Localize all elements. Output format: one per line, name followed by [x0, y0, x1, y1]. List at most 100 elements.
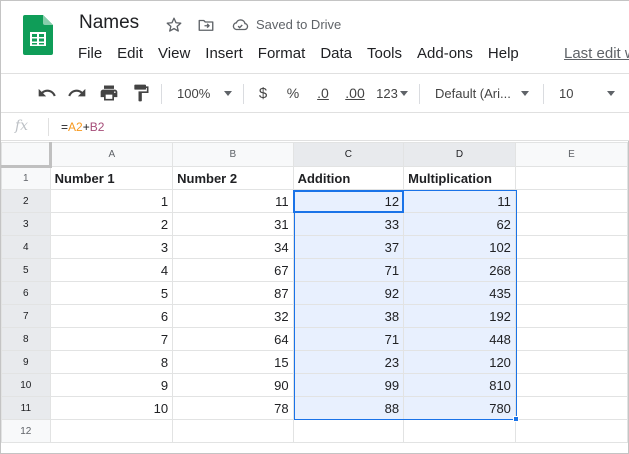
menu-view[interactable]: View: [158, 45, 190, 65]
cell-b6[interactable]: 87: [172, 281, 294, 305]
cell-e10[interactable]: [514, 373, 629, 397]
row-header-1[interactable]: 1: [1, 166, 51, 190]
cell-b4[interactable]: 34: [172, 235, 294, 259]
cell-b5[interactable]: 67: [172, 258, 294, 282]
cell-b12[interactable]: [172, 419, 294, 443]
cell-e9[interactable]: [514, 350, 629, 374]
cell-e8[interactable]: [514, 327, 629, 351]
cell-b8[interactable]: 64: [172, 327, 294, 351]
paint-format-icon[interactable]: [129, 74, 153, 112]
cell-a4[interactable]: 3: [49, 235, 174, 259]
cell-c2[interactable]: 12: [292, 189, 405, 213]
cell-c6[interactable]: 92: [292, 281, 405, 305]
sheets-logo-icon[interactable]: [23, 15, 53, 55]
cell-e3[interactable]: [514, 212, 629, 236]
cell-e4[interactable]: [514, 235, 629, 259]
cell-c7[interactable]: 38: [292, 304, 405, 328]
row-header-10[interactable]: 10: [1, 373, 51, 397]
cell-a1[interactable]: Number 1: [49, 166, 174, 190]
menu-tools[interactable]: Tools: [367, 45, 402, 65]
cell-d6[interactable]: 435: [403, 281, 516, 305]
cell-e5[interactable]: [514, 258, 629, 282]
menu-insert[interactable]: Insert: [205, 45, 243, 65]
row-header-9[interactable]: 9: [1, 350, 51, 374]
document-title[interactable]: Names: [79, 12, 139, 34]
more-formats-button[interactable]: 123: [373, 74, 411, 112]
cell-b10[interactable]: 90: [172, 373, 294, 397]
print-icon[interactable]: [97, 74, 121, 112]
increase-decimal-button[interactable]: .00: [341, 74, 369, 112]
cell-e6[interactable]: [514, 281, 629, 305]
column-header-c[interactable]: C: [292, 142, 405, 167]
formula-input[interactable]: =A2+B2: [61, 120, 104, 134]
cell-e2[interactable]: [514, 189, 629, 213]
fill-handle[interactable]: [513, 416, 519, 422]
cell-a11[interactable]: 10: [49, 396, 174, 420]
cell-c3[interactable]: 33: [292, 212, 405, 236]
cell-c5[interactable]: 71: [292, 258, 405, 282]
menu-help[interactable]: Help: [488, 45, 519, 65]
cell-d7[interactable]: 192: [403, 304, 516, 328]
column-header-a[interactable]: A: [49, 142, 174, 167]
cell-e12[interactable]: [514, 419, 629, 443]
percent-format-button[interactable]: %: [283, 74, 303, 112]
font-size-select[interactable]: 10: [553, 74, 623, 112]
cell-d4[interactable]: 102: [403, 235, 516, 259]
cell-c4[interactable]: 37: [292, 235, 405, 259]
menu-data[interactable]: Data: [320, 45, 352, 65]
cell-a3[interactable]: 2: [49, 212, 174, 236]
cell-a7[interactable]: 6: [49, 304, 174, 328]
cloud-saved-icon[interactable]: [229, 14, 251, 36]
cell-b3[interactable]: 31: [172, 212, 294, 236]
currency-format-button[interactable]: $: [253, 74, 273, 112]
cell-d11[interactable]: 780: [403, 396, 516, 420]
cell-a5[interactable]: 4: [49, 258, 174, 282]
column-header-d[interactable]: D: [403, 142, 516, 167]
row-header-5[interactable]: 5: [1, 258, 51, 282]
cell-d3[interactable]: 62: [403, 212, 516, 236]
cell-a2[interactable]: 1: [49, 189, 174, 213]
cell-b9[interactable]: 15: [172, 350, 294, 374]
cell-e7[interactable]: [514, 304, 629, 328]
row-header-7[interactable]: 7: [1, 304, 51, 328]
row-header-8[interactable]: 8: [1, 327, 51, 351]
cell-c10[interactable]: 99: [292, 373, 405, 397]
row-header-11[interactable]: 11: [1, 396, 51, 420]
cell-c12[interactable]: [292, 419, 405, 443]
row-header-6[interactable]: 6: [1, 281, 51, 305]
menu-edit[interactable]: Edit: [117, 45, 143, 65]
cell-d5[interactable]: 268: [403, 258, 516, 282]
cell-b11[interactable]: 78: [172, 396, 294, 420]
last-edit-link[interactable]: Last edit w: [564, 45, 629, 62]
row-header-3[interactable]: 3: [1, 212, 51, 236]
cell-d9[interactable]: 120: [403, 350, 516, 374]
menu-file[interactable]: File: [78, 45, 102, 65]
row-header-12[interactable]: 12: [1, 419, 51, 443]
cell-b7[interactable]: 32: [172, 304, 294, 328]
cell-d8[interactable]: 448: [403, 327, 516, 351]
cell-e1[interactable]: [514, 166, 629, 190]
cell-d1[interactable]: Multiplication: [403, 166, 516, 190]
cell-c8[interactable]: 71: [292, 327, 405, 351]
decrease-decimal-button[interactable]: .0: [311, 74, 335, 112]
cell-a9[interactable]: 8: [49, 350, 174, 374]
menu-addons[interactable]: Add-ons: [417, 45, 473, 65]
cell-a12[interactable]: [49, 419, 174, 443]
star-icon[interactable]: [163, 14, 185, 36]
menu-format[interactable]: Format: [258, 45, 306, 65]
cell-d12[interactable]: [403, 419, 516, 443]
redo-icon[interactable]: [65, 74, 89, 112]
cell-c9[interactable]: 23: [292, 350, 405, 374]
select-all-corner[interactable]: [1, 142, 52, 168]
undo-icon[interactable]: [35, 74, 59, 112]
cell-b1[interactable]: Number 2: [172, 166, 294, 190]
column-header-e[interactable]: E: [514, 142, 629, 167]
move-folder-icon[interactable]: [195, 14, 217, 36]
column-header-b[interactable]: B: [172, 142, 294, 167]
row-header-2[interactable]: 2: [1, 189, 51, 213]
cell-c1[interactable]: Addition: [292, 166, 405, 190]
cell-a10[interactable]: 9: [49, 373, 174, 397]
cell-a8[interactable]: 7: [49, 327, 174, 351]
cell-b2[interactable]: 11: [172, 189, 294, 213]
font-family-select[interactable]: Default (Ari...: [429, 74, 539, 112]
